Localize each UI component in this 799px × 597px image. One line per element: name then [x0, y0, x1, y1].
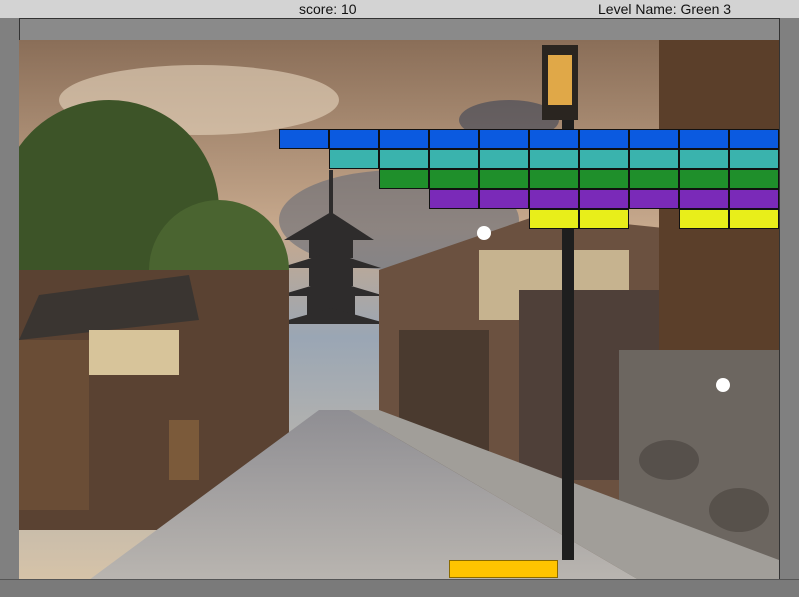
brick-blue — [329, 129, 379, 149]
brick-teal — [379, 149, 429, 169]
brick-green — [379, 169, 429, 189]
brick-blue — [429, 129, 479, 149]
brick-yellow — [579, 209, 629, 229]
brick-purple — [679, 189, 729, 209]
brick-green — [679, 169, 729, 189]
score-bar: score: 10 Level Name: Green 3 — [0, 0, 799, 18]
brick-teal — [629, 149, 679, 169]
brick-purple — [629, 189, 679, 209]
brick-green — [479, 169, 529, 189]
brick-teal — [329, 149, 379, 169]
brick-green — [729, 169, 779, 189]
background-street-scene — [19, 40, 779, 580]
brick-blue — [279, 129, 329, 149]
brick-blue — [529, 129, 579, 149]
brick-teal — [679, 149, 729, 169]
brick-green — [429, 169, 479, 189]
brick-purple — [529, 189, 579, 209]
paddle[interactable] — [449, 560, 558, 578]
brick-green — [579, 169, 629, 189]
brick-blue — [679, 129, 729, 149]
brick-yellow — [529, 209, 579, 229]
brick-yellow — [729, 209, 779, 229]
ball — [477, 226, 491, 240]
brick-purple — [429, 189, 479, 209]
brick-purple — [729, 189, 779, 209]
brick-teal — [729, 149, 779, 169]
brick-blue — [579, 129, 629, 149]
brick-green — [529, 169, 579, 189]
brick-blue — [629, 129, 679, 149]
ball — [716, 378, 730, 392]
brick-yellow — [679, 209, 729, 229]
brick-purple — [579, 189, 629, 209]
brick-blue — [479, 129, 529, 149]
bottom-bar — [0, 579, 799, 597]
brick-teal — [579, 149, 629, 169]
score-label: score: 10 — [299, 1, 357, 17]
brick-blue — [379, 129, 429, 149]
brick-teal — [479, 149, 529, 169]
brick-green — [629, 169, 679, 189]
brick-purple — [479, 189, 529, 209]
brick-teal — [529, 149, 579, 169]
level-name-label: Level Name: Green 3 — [598, 1, 732, 17]
brick-blue — [729, 129, 779, 149]
brick-teal — [429, 149, 479, 169]
